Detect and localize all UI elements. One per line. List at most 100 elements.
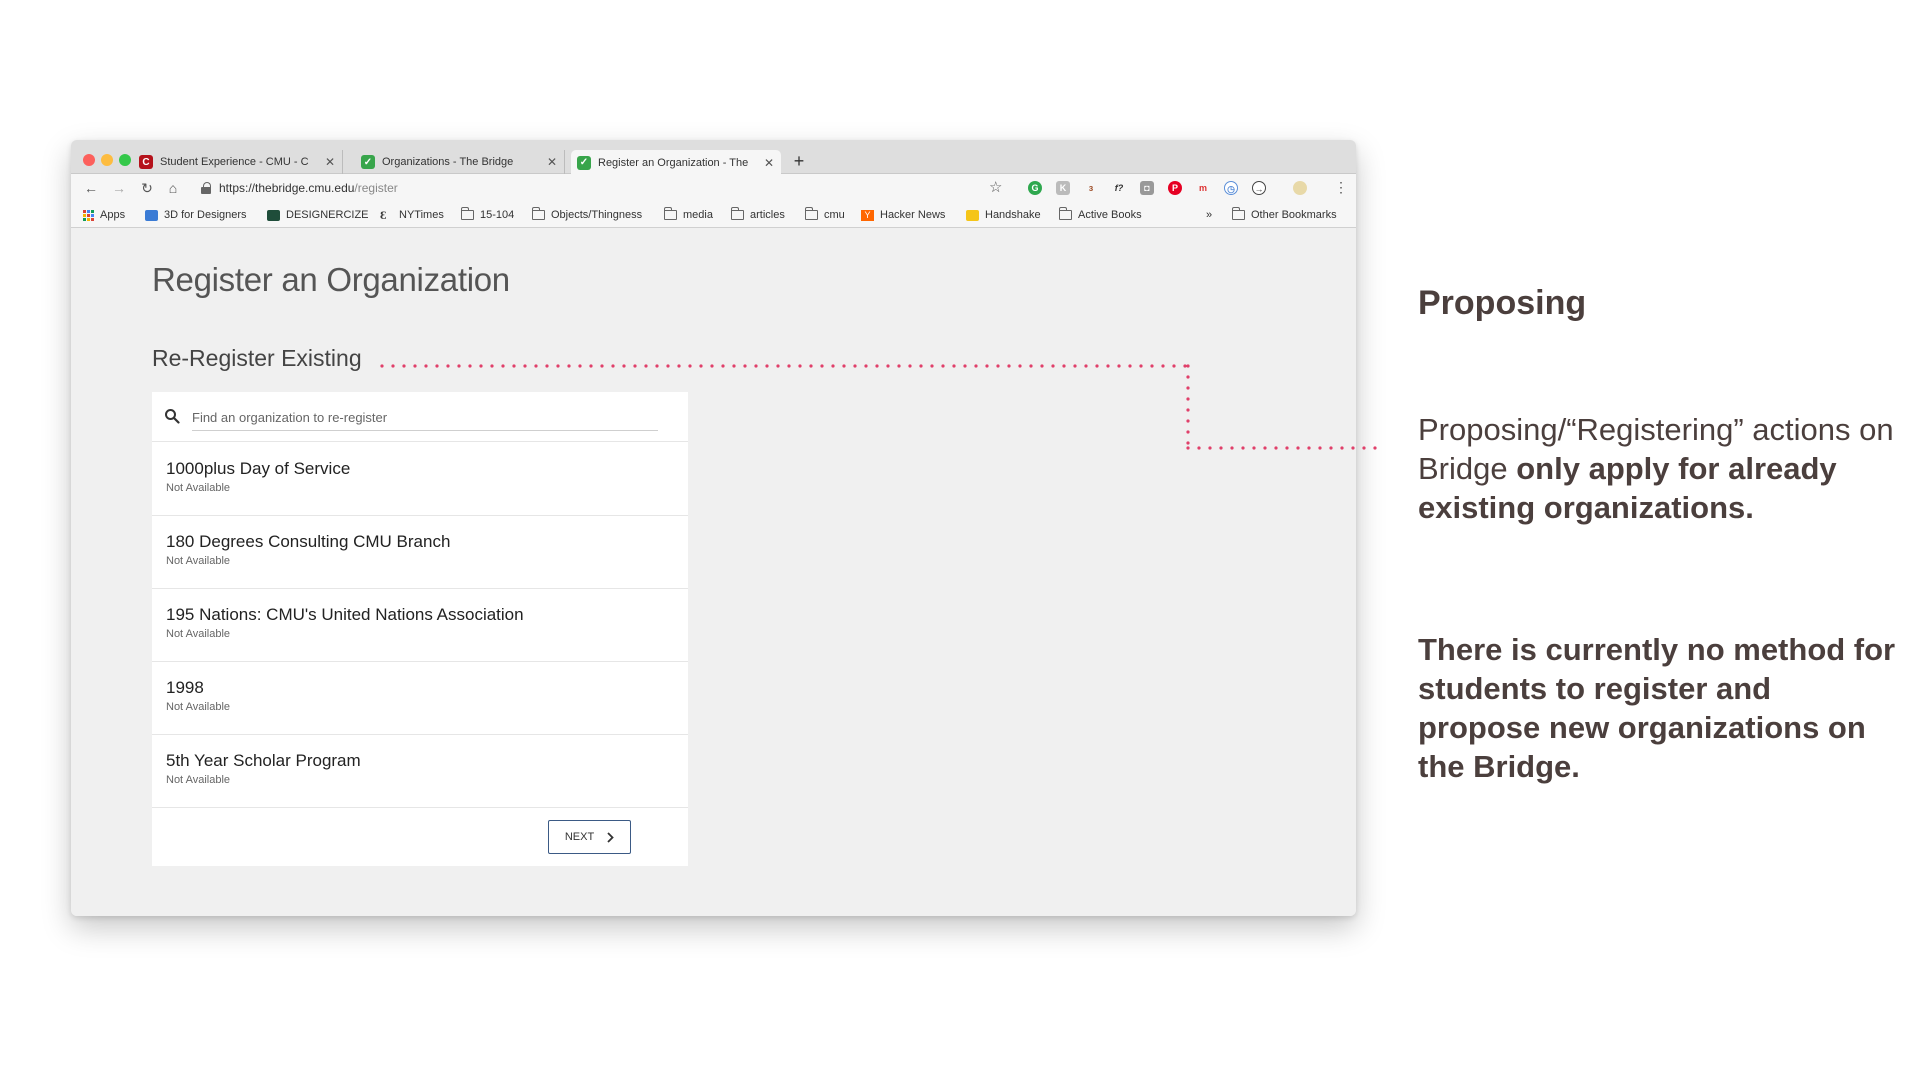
bookmarks-bar: Apps 3D for Designers DESIGNERCIZE Ɛ NYT…: [71, 202, 1356, 228]
close-tab-icon[interactable]: ✕: [324, 155, 336, 169]
organization-status: Not Available: [166, 482, 231, 494]
address-bar[interactable]: https://thebridge.cmu.edu/register: [201, 176, 1049, 200]
camera-extension-icon[interactable]: ◘: [1140, 181, 1154, 195]
browser-menu-icon[interactable]: ⋮: [1334, 179, 1348, 196]
bookmark-label: DESIGNERCIZE: [286, 209, 369, 221]
bookmark-label: cmu: [824, 209, 845, 221]
chevron-right-icon: [607, 831, 614, 843]
arrow-extension-icon[interactable]: →: [1252, 181, 1266, 195]
bookmark-apps[interactable]: Apps: [83, 207, 125, 223]
bookmarks-overflow-button[interactable]: »: [1206, 207, 1212, 223]
bookmark-cmu[interactable]: cmu: [805, 207, 845, 223]
folder-icon: [664, 207, 677, 220]
organization-name: 5th Year Scholar Program: [166, 751, 361, 770]
list-item[interactable]: 1998 Not Available: [152, 662, 688, 735]
bookmark-label: articles: [750, 209, 785, 221]
folder-icon: [1232, 207, 1245, 220]
list-item[interactable]: 1000plus Day of Service Not Available: [152, 443, 688, 516]
lock-icon: [201, 182, 211, 194]
annotation-text-2: There is currently no method for student…: [1418, 632, 1896, 784]
organization-name: 195 Nations: CMU's United Nations Associ…: [166, 605, 524, 624]
folder-icon: [1059, 207, 1072, 220]
bookmark-15-104[interactable]: 15-104: [461, 207, 514, 223]
reload-icon[interactable]: ↻: [137, 178, 157, 198]
tab-organizations[interactable]: ✓ Organizations - The Bridge ✕: [355, 150, 565, 174]
minimize-window-button[interactable]: [101, 154, 113, 166]
folder-icon: [532, 207, 545, 220]
browser-toolbar: ← → ↻ ⌂ https://thebridge.cmu.edu/regist…: [71, 174, 1356, 202]
browser-window: C Student Experience - CMU - C ✕ ✓ Organ…: [71, 140, 1356, 916]
bookmark-label: 3D for Designers: [164, 209, 247, 221]
annotation-title: Proposing: [1418, 284, 1587, 322]
bookmark-label: Hacker News: [880, 209, 946, 221]
back-icon[interactable]: ←: [81, 178, 101, 198]
folder-icon: [731, 207, 744, 220]
organization-status: Not Available: [166, 701, 231, 713]
next-button[interactable]: NEXT: [548, 820, 631, 854]
nytimes-icon: Ɛ: [380, 207, 387, 222]
bookmark-nytimes[interactable]: Ɛ NYTimes: [380, 207, 444, 223]
bookmark-label: media: [683, 209, 713, 221]
section-title: Re-Register Existing: [152, 345, 362, 371]
url-path: /register: [354, 181, 398, 195]
bookmark-articles[interactable]: articles: [731, 207, 785, 223]
bridge-favicon-icon: ✓: [577, 155, 591, 170]
grammarly-extension-icon[interactable]: G: [1028, 181, 1042, 195]
tab-register-organization[interactable]: ✓ Register an Organization - The ✕: [571, 150, 781, 175]
organization-list: 1000plus Day of Service Not Available 18…: [152, 443, 688, 808]
list-item[interactable]: 5th Year Scholar Program Not Available: [152, 735, 688, 808]
tab-bar: C Student Experience - CMU - C ✕ ✓ Organ…: [71, 140, 1356, 175]
organization-name: 1000plus Day of Service: [166, 459, 351, 478]
clock-extension-icon[interactable]: ◷: [1224, 181, 1238, 195]
new-tab-button[interactable]: +: [789, 151, 809, 172]
forward-icon[interactable]: →: [109, 178, 129, 198]
extension-icon[interactable]: K: [1056, 181, 1070, 195]
page-content: Register an Organization Re-Register Exi…: [71, 229, 1356, 916]
apps-grid-icon: [83, 209, 94, 221]
page-title: Register an Organization: [152, 261, 510, 298]
bookmark-other-bookmarks[interactable]: Other Bookmarks: [1232, 207, 1337, 223]
bookmark-3d-for-designers[interactable]: 3D for Designers: [145, 207, 247, 223]
annotation-text-1: Proposing/“Registering” actions on Bridg…: [1418, 410, 1898, 527]
pinterest-extension-icon[interactable]: P: [1168, 181, 1182, 195]
close-window-button[interactable]: [83, 154, 95, 166]
bookmark-active-books[interactable]: Active Books: [1059, 207, 1142, 223]
font-extension-icon[interactable]: f?: [1112, 181, 1126, 195]
cmu-favicon-icon: C: [139, 155, 153, 169]
bookmark-media[interactable]: media: [664, 207, 713, 223]
bookmark-label: 15-104: [480, 209, 515, 221]
bookmark-star-icon[interactable]: ☆: [989, 178, 1002, 196]
close-tab-icon[interactable]: ✕: [763, 156, 775, 170]
folder-icon: [461, 207, 474, 220]
bookmark-label: Other Bookmarks: [1251, 209, 1337, 221]
tab-label: Register an Organization - The: [598, 156, 749, 169]
re-register-card: 1000plus Day of Service Not Available 18…: [152, 392, 688, 866]
list-item[interactable]: 195 Nations: CMU's United Nations Associ…: [152, 589, 688, 662]
bookmark-handshake[interactable]: Handshake: [966, 207, 1041, 223]
list-item[interactable]: 180 Degrees Consulting CMU Branch Not Av…: [152, 516, 688, 589]
bridge-favicon-icon: ✓: [361, 155, 375, 169]
profile-avatar[interactable]: [1293, 181, 1307, 195]
search-input[interactable]: [192, 405, 658, 431]
tab-label: Student Experience - CMU - C: [160, 156, 309, 168]
bookmark-designercize[interactable]: DESIGNERCIZE: [267, 207, 369, 223]
tab-student-experience[interactable]: C Student Experience - CMU - C ✕: [133, 150, 343, 174]
close-tab-icon[interactable]: ✕: [546, 155, 558, 169]
home-icon[interactable]: ⌂: [163, 178, 183, 198]
organization-status: Not Available: [166, 774, 231, 786]
bookmark-label: Active Books: [1078, 209, 1142, 221]
bookmark-favicon-icon: [267, 209, 280, 221]
organization-name: 1998: [166, 678, 204, 697]
search-icon: [165, 409, 180, 424]
extension-icon[interactable]: ɜ: [1084, 181, 1098, 195]
bookmark-objects-thingness[interactable]: Objects/Thingness: [532, 207, 642, 223]
organization-name: 180 Degrees Consulting CMU Branch: [166, 532, 451, 551]
folder-icon: [805, 207, 818, 220]
tab-label: Organizations - The Bridge: [382, 156, 514, 168]
bookmark-favicon-icon: [145, 209, 158, 221]
bookmark-label: Objects/Thingness: [551, 209, 643, 221]
hacker-news-icon: Y: [861, 209, 874, 221]
bookmark-hacker-news[interactable]: Y Hacker News: [861, 207, 945, 223]
extension-icon[interactable]: m: [1196, 181, 1210, 195]
maximize-window-button[interactable]: [119, 154, 131, 166]
